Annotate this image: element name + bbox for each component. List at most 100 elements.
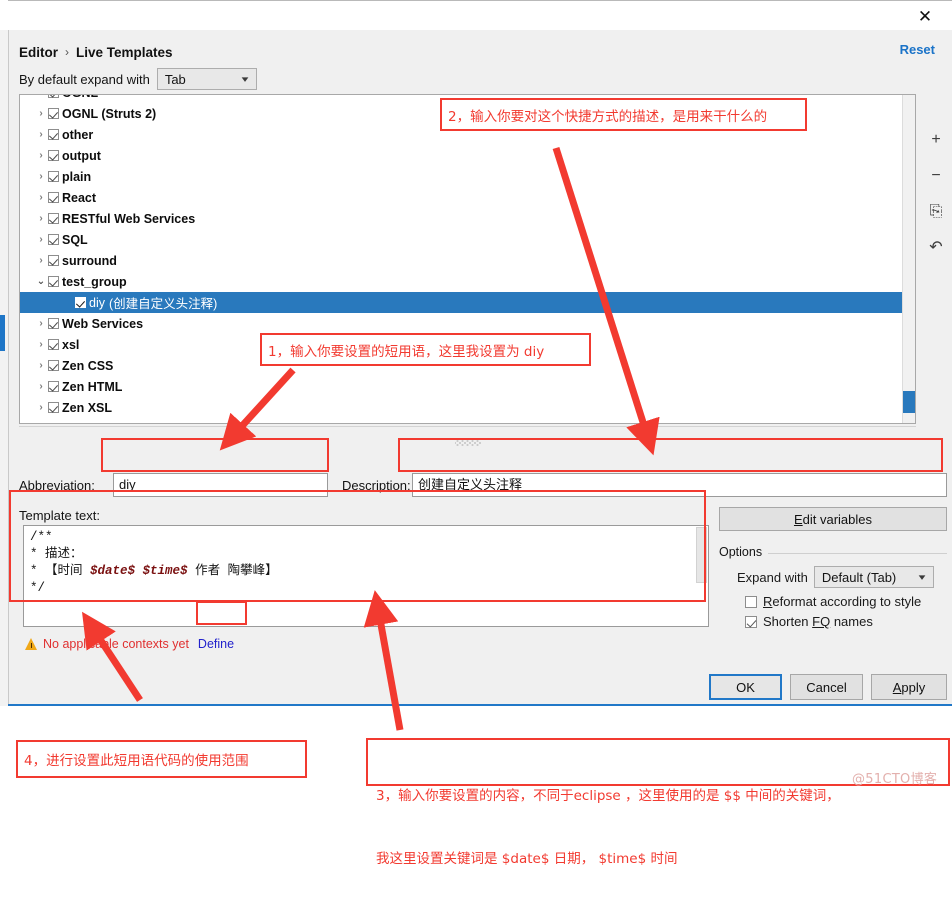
tree-row-label: Zen XSL [62,400,113,415]
tree-row-checkbox[interactable] [48,171,59,182]
tree-scrollbar-thumb[interactable] [903,391,915,413]
ok-button[interactable]: OK [709,674,782,700]
reformat-checkbox[interactable] [745,595,757,608]
chevron-right-icon[interactable]: › [34,402,48,413]
tree-row-label: surround [62,253,117,268]
chevron-right-icon[interactable]: › [34,318,48,329]
chevron-right-icon[interactable]: › [34,255,48,266]
chevron-right-icon[interactable]: › [34,234,48,245]
options-group: Options Expand with Default (Tab) ▾ Refo… [719,545,947,633]
chevron-right-icon[interactable]: › [34,171,48,182]
breadcrumb-separator-icon: › [65,45,69,59]
tree-row-output[interactable]: › output [20,145,915,166]
annotation-3: 3，输入你要设置的内容，不同于eclipse ，这里使用的是 $$ 中间的关键词… [366,738,950,867]
annotation-1: 1，输入你要设置的短用语，这里我设置为 diy [260,333,591,366]
tree-row-test-group[interactable]: ⌄ test_group [20,271,915,292]
expand-with-row: Expand with Default (Tab) ▾ [737,566,934,588]
breadcrumb-leaf: Live Templates [76,44,173,60]
copy-template-button[interactable]: ⎘ [925,202,947,222]
warning-icon [25,638,38,650]
tree-row-checkbox[interactable] [48,213,59,224]
shorten-fq-checkbox[interactable] [745,615,757,628]
restore-defaults-button[interactable]: ↶ [925,238,947,258]
breadcrumb: Editor › Live Templates [19,42,173,62]
template-tree[interactable]: › OGNL › OGNL (Struts 2) › other › output › plain… [20,95,915,418]
tree-row-checkbox[interactable] [48,402,59,413]
tree-row-checkbox[interactable] [48,318,59,329]
close-icon[interactable]: ✕ [906,5,944,27]
tree-row-diy[interactable]: diy (创建自定义头注释) [20,292,915,313]
edit-variables-button[interactable]: Edit variables [719,507,947,531]
tree-row-plain[interactable]: › plain [20,166,915,187]
add-template-button[interactable]: + [925,130,947,150]
chevron-down-icon[interactable]: ⌄ [34,276,48,287]
tree-row-checkbox[interactable] [48,95,59,98]
tree-row-checkbox[interactable] [48,108,59,119]
chevron-right-icon[interactable]: › [34,150,48,161]
expand-with-select[interactable]: Default (Tab) ▾ [813,566,934,588]
tree-row-restful-web-services[interactable]: › RESTful Web Services [20,208,915,229]
default-expand-value: Tab [164,71,186,87]
chevron-right-icon[interactable]: › [34,129,48,140]
chevron-right-icon[interactable]: › [34,213,48,224]
default-expand-row: By default expand with Tab ▾ [19,68,257,90]
tree-row-react[interactable]: › React [20,187,915,208]
tree-row-checkbox[interactable] [48,234,59,245]
chevron-right-icon[interactable]: › [34,108,48,119]
edit-variables-label-rest: dit variables [802,511,873,527]
tree-toolbar[interactable]: + − ⎘ ↶ [919,94,952,460]
default-expand-select[interactable]: Tab ▾ [156,68,257,90]
tree-row-checkbox[interactable] [48,381,59,392]
tree-row-label: diy [89,295,105,310]
left-rail-active-tab[interactable] [0,315,5,351]
apply-mnemonic: A [892,679,902,695]
tree-row-checkbox[interactable] [48,255,59,266]
tree-row-zen-html[interactable]: › Zen HTML [20,376,915,397]
tree-row-label: plain [62,169,92,184]
annotation-highlight-define [196,601,247,625]
tree-row-label: other [62,127,94,142]
chevron-right-icon[interactable]: › [34,339,48,350]
tree-row-checkbox[interactable] [48,339,59,350]
tree-row-label: SQL [62,232,88,247]
define-link[interactable]: Define [198,637,234,651]
context-warning-row: No applicable contexts yet Define [25,634,234,654]
annotation-highlight-abbreviation [101,438,329,472]
chevron-right-icon[interactable]: › [34,192,48,203]
annotation-3-line2: 我这里设置关键词是 $date$ 日期， $time$ 时间 [376,851,678,867]
reset-link[interactable]: Reset [900,42,935,57]
default-expand-label: By default expand with [19,71,150,87]
chevron-down-icon: ▾ [241,73,249,84]
tree-row-checkbox[interactable] [48,192,59,203]
apply-button[interactable]: Apply [871,674,947,700]
tree-row-checkbox[interactable] [48,276,59,287]
tree-row-label: OGNL [62,95,98,100]
tree-row-checkbox[interactable] [48,360,59,371]
tree-row-label: Zen HTML [62,379,123,394]
expand-with-value: Default (Tab) [821,569,897,585]
tree-row-label: xsl [62,337,80,352]
tree-row-web-services[interactable]: › Web Services [20,313,915,334]
tree-row-checkbox[interactable] [48,150,59,161]
tree-row-checkbox[interactable] [75,297,86,308]
shorten-fq-option-row[interactable]: Shorten FQ names [745,614,873,629]
annotation-highlight-description [398,438,943,472]
breadcrumb-root[interactable]: Editor [19,45,58,60]
cancel-button[interactable]: Cancel [790,674,863,700]
annotation-4: 4，进行设置此短用语代码的使用范围 [16,740,307,778]
chevron-right-icon[interactable]: › [34,360,48,371]
tree-row-zen-xsl[interactable]: › Zen XSL [20,397,915,418]
chevron-right-icon[interactable]: › [34,381,48,392]
tree-row-checkbox[interactable] [48,129,59,140]
tree-row-sql[interactable]: › SQL [20,229,915,250]
remove-template-button[interactable]: − [925,166,947,186]
title-bar: ✕ [8,0,952,31]
chevron-right-icon[interactable]: › [34,95,48,98]
edit-variables-mnemonic: E [793,511,803,527]
tree-scrollbar[interactable] [902,95,915,423]
template-tree-panel[interactable]: › OGNL › OGNL (Struts 2) › other › output › plain… [19,94,916,424]
shorten-fq-label: Shorten FQ names [763,614,873,629]
tree-row-surround[interactable]: › surround [20,250,915,271]
reformat-option-row[interactable]: Reformat according to style [745,594,921,609]
chevron-down-icon: ▾ [918,571,926,582]
